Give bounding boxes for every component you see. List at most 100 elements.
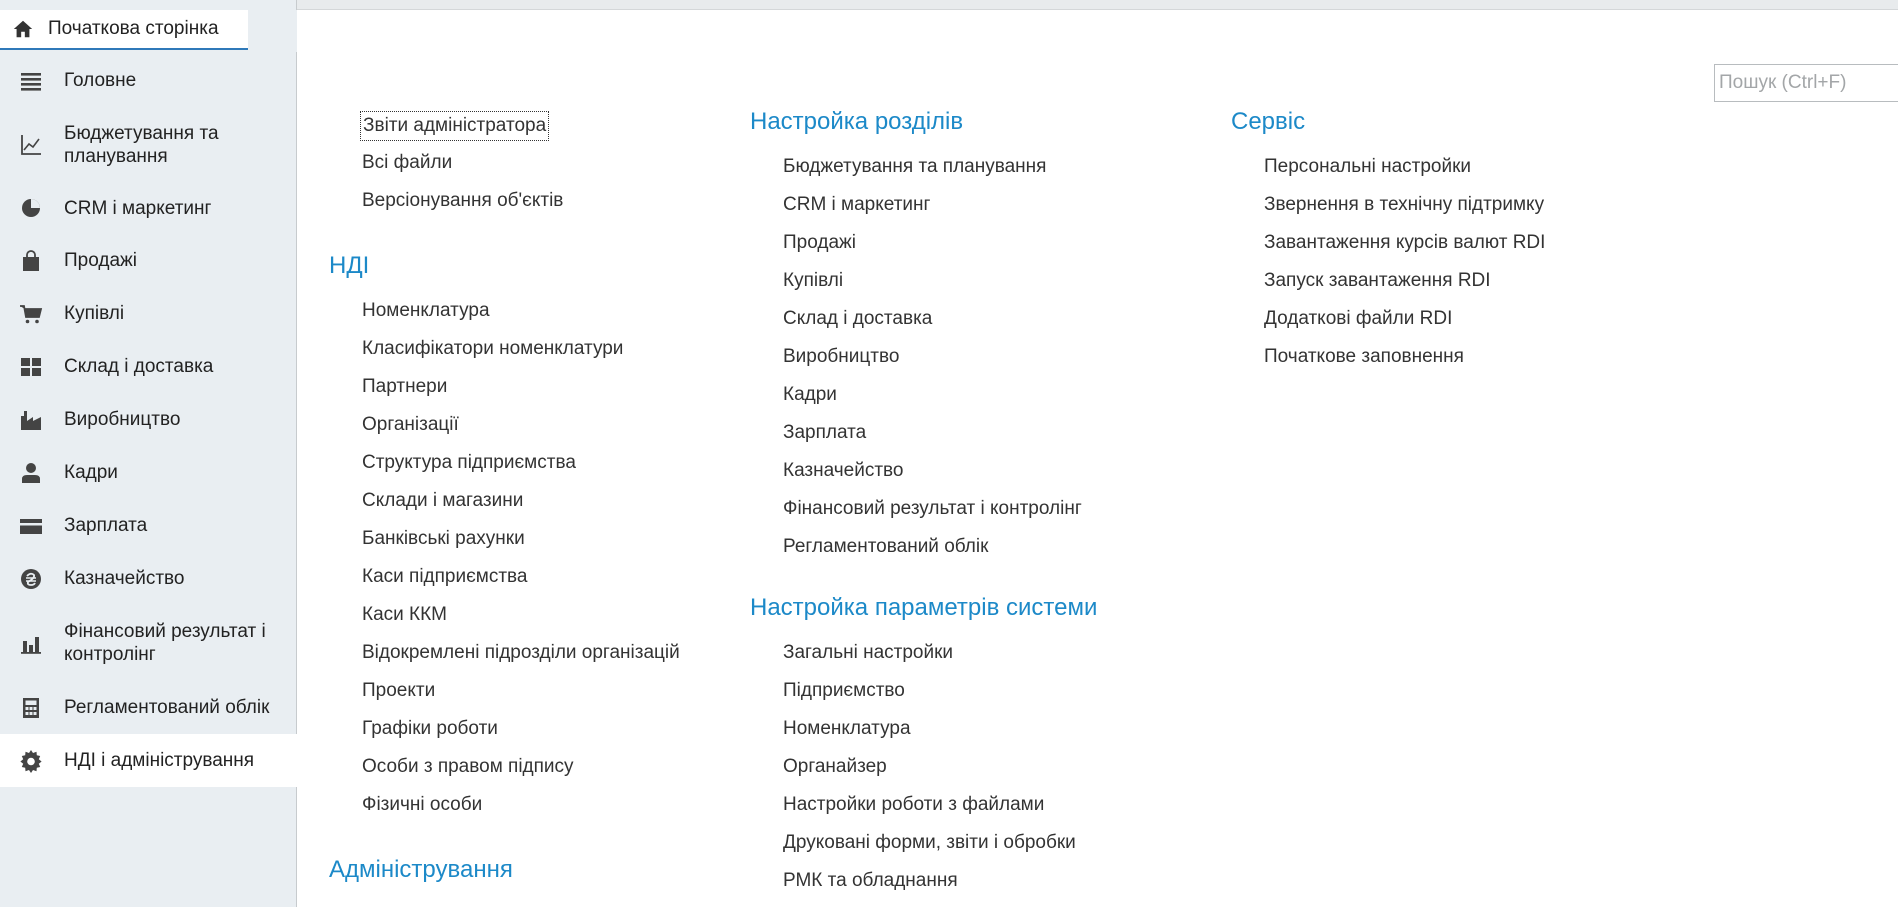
link-label: Структура підприємства — [362, 452, 576, 473]
sections-settings-link-9[interactable]: Казначейство — [781, 457, 1190, 495]
ndi-link-14[interactable]: Фізичні особи — [360, 791, 709, 829]
sections-settings-link-10[interactable]: Фінансовий результат і контролінг — [781, 495, 1190, 533]
sidebar-item-label: Кадри — [64, 462, 118, 483]
link-admin-reports[interactable]: Звіти адміністратора — [360, 111, 709, 149]
sidebar-item-warehouse[interactable]: Склад і доставка — [0, 340, 297, 393]
home-tab[interactable]: Початкова сторінка — [0, 10, 248, 50]
sidebar-item-hr[interactable]: Кадри — [0, 446, 297, 499]
app-window: Початкова сторінка Головне Бюджетування … — [0, 0, 1898, 907]
sidebar-item-label: Купівлі — [64, 303, 125, 324]
ndi-link-12[interactable]: Графіки роботи — [360, 715, 709, 753]
sections-settings-link-6[interactable]: Виробництво — [781, 343, 1190, 381]
sidebar-item-crm[interactable]: CRM і маркетинг — [0, 182, 297, 234]
ndi-link-10[interactable]: Відокремлені підрозділи організацій — [360, 639, 709, 677]
system-params-link-4[interactable]: Органайзер — [781, 753, 1190, 791]
system-params-links: Загальні настройки Підприємство Номенклату… — [750, 639, 1190, 905]
service-links: Персональні настройки Звернення в технічн… — [1231, 153, 1631, 381]
system-params-link-6[interactable]: Друковані форми, звіти і обробки — [781, 829, 1190, 867]
sections-settings-link-4[interactable]: Купівлі — [781, 267, 1190, 305]
sidebar-item-label: Регламентований облік — [64, 697, 270, 718]
link-label: Організації — [362, 414, 459, 435]
link-label: Регламентований облік — [783, 536, 989, 557]
link-label: Завантаження курсів валют RDI — [1264, 232, 1546, 253]
link-label: Кадри — [783, 384, 837, 405]
ndi-link-9[interactable]: Каси ККМ — [360, 601, 709, 639]
sidebar-item-finance[interactable]: Фінансовий результат і контролінг — [0, 605, 297, 681]
system-params-link-5[interactable]: Настройки роботи з файлами — [781, 791, 1190, 829]
ndi-link-7[interactable]: Банківські рахунки — [360, 525, 709, 563]
column-2: Настройка розділів Бюджетування та плану… — [750, 107, 1190, 905]
sections-settings-link-8[interactable]: Зарплата — [781, 419, 1190, 457]
sidebar-item-production[interactable]: Виробництво — [0, 393, 297, 446]
ndi-link-11[interactable]: Проекти — [360, 677, 709, 715]
sidebar-item-accounting[interactable]: Регламентований облік — [0, 681, 297, 734]
link-label: Каси підприємства — [362, 566, 528, 587]
sections-settings-link-1[interactable]: Бюджетування та планування — [781, 153, 1190, 191]
sidebar-nav: Головне Бюджетування та планування CRM і… — [0, 54, 297, 787]
system-params-link-3[interactable]: Номенклатура — [781, 715, 1190, 753]
link-label: Номенклатура — [362, 300, 490, 321]
link-label: Версіонування об'єктів — [362, 190, 564, 211]
service-link-4[interactable]: Запуск завантаження RDI — [1262, 267, 1631, 305]
hryvnia-coin-icon — [21, 568, 41, 589]
search-box[interactable]: × — [1714, 64, 1898, 102]
sections-settings-link-11[interactable]: Регламентований облік — [781, 533, 1190, 571]
link-label: РМК та обладнання — [783, 870, 958, 891]
sidebar-item-label: Зарплата — [64, 515, 148, 536]
sections-settings-link-3[interactable]: Продажі — [781, 229, 1190, 267]
search-input[interactable] — [1715, 66, 1898, 100]
sections-settings-links: Бюджетування та планування CRM і маркетин… — [750, 153, 1190, 571]
link-label: Класифікатори номенклатури — [362, 338, 624, 359]
ndi-link-3[interactable]: Партнери — [360, 373, 709, 411]
sidebar-item-label: Склад і доставка — [64, 356, 214, 377]
link-label: Звіти адміністратора — [360, 111, 550, 141]
warehouse-grid-icon — [21, 357, 41, 376]
pie-chart-icon — [22, 199, 40, 217]
ndi-link-4[interactable]: Організації — [360, 411, 709, 449]
column-3: Сервіс Персональні настройки Звернення в … — [1231, 107, 1631, 381]
gear-icon — [20, 749, 42, 773]
system-params-link-2[interactable]: Підприємство — [781, 677, 1190, 715]
sidebar-item-treasury[interactable]: Казначейство — [0, 552, 297, 605]
link-label: Додаткові файли RDI — [1264, 308, 1453, 329]
ndi-link-2[interactable]: Класифікатори номенклатури — [360, 335, 709, 373]
link-object-versioning[interactable]: Версіонування об'єктів — [360, 187, 709, 225]
system-params-link-7[interactable]: РМК та обладнання — [781, 867, 1190, 905]
admin-top-links: Звіти адміністратора Всі файли Версіонув… — [329, 111, 709, 225]
sidebar-item-main[interactable]: Головне — [0, 54, 297, 107]
sections-settings-link-7[interactable]: Кадри — [781, 381, 1190, 419]
sections-settings-link-5[interactable]: Склад і доставка — [781, 305, 1190, 343]
service-link-5[interactable]: Додаткові файли RDI — [1262, 305, 1631, 343]
ndi-link-1[interactable]: Номенклатура — [360, 297, 709, 335]
service-link-1[interactable]: Персональні настройки — [1262, 153, 1631, 191]
link-label: Загальні настройки — [783, 642, 954, 663]
sidebar-item-purchases[interactable]: Купівлі — [0, 287, 297, 340]
link-label: Настройки роботи з файлами — [783, 794, 1045, 815]
ndi-link-6[interactable]: Склади і магазини — [360, 487, 709, 525]
sidebar-item-budgeting[interactable]: Бюджетування та планування — [0, 107, 297, 182]
sidebar-item-salary[interactable]: Зарплата — [0, 499, 297, 552]
sidebar-item-label: НДІ і адміністрування — [64, 750, 255, 771]
ndi-link-5[interactable]: Структура підприємства — [360, 449, 709, 487]
link-all-files[interactable]: Всі файли — [360, 149, 709, 187]
sidebar-item-ndi-admin[interactable]: НДІ і адміністрування — [0, 734, 297, 787]
link-label: Банківські рахунки — [362, 528, 525, 549]
service-link-6[interactable]: Початкове заповнення — [1262, 343, 1631, 381]
link-label: Номенклатура — [783, 718, 911, 739]
service-link-2[interactable]: Звернення в технічну підтримку — [1262, 191, 1631, 229]
main-panel: × × Звіти адміністратора Всі файли Версі… — [298, 10, 1898, 907]
ndi-links: Номенклатура Класифікатори номенклатури Па… — [329, 297, 709, 829]
sidebar-item-label: Казначейство — [64, 568, 185, 589]
ndi-link-8[interactable]: Каси підприємства — [360, 563, 709, 601]
link-label: Партнери — [362, 376, 448, 397]
link-label: Склад і доставка — [783, 308, 933, 329]
link-label: Графіки роботи — [362, 718, 498, 739]
system-params-link-1[interactable]: Загальні настройки — [781, 639, 1190, 677]
cart-icon — [20, 304, 43, 323]
sidebar-item-sales[interactable]: Продажі — [0, 234, 297, 287]
sections-settings-link-2[interactable]: CRM і маркетинг — [781, 191, 1190, 229]
service-link-3[interactable]: Завантаження курсів валют RDI — [1262, 229, 1631, 267]
ndi-link-13[interactable]: Особи з правом підпису — [360, 753, 709, 791]
link-label: Підприємство — [783, 680, 905, 701]
link-label: Особи з правом підпису — [362, 756, 574, 777]
